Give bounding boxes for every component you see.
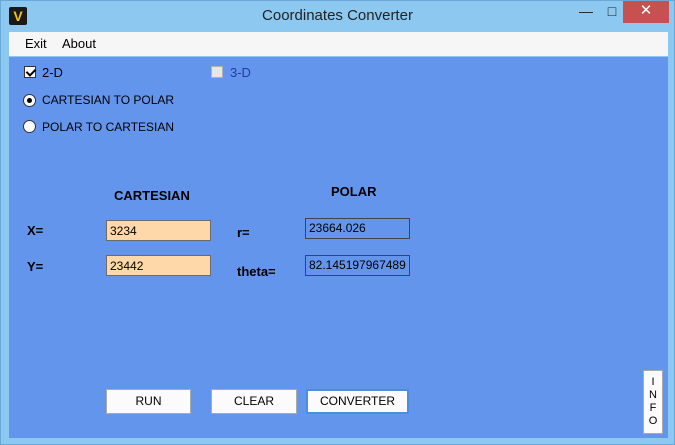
info-letter: O — [648, 415, 658, 427]
x-label: X= — [27, 223, 44, 238]
info-button[interactable]: I N F O — [643, 370, 663, 434]
run-button[interactable]: RUN — [106, 389, 191, 414]
checkbox-3d-label[interactable]: 3-D — [230, 65, 251, 80]
r-label: r= — [237, 225, 250, 240]
checkbox-2d-label[interactable]: 2-D — [42, 65, 63, 80]
clear-button[interactable]: CLEAR — [211, 389, 297, 414]
checkbox-3d[interactable] — [211, 66, 223, 78]
menu-exit[interactable]: Exit — [25, 32, 47, 56]
theta-output[interactable]: 82.145197967489 — [305, 255, 410, 276]
close-button[interactable]: ✕ — [623, 1, 669, 23]
info-letter: I — [651, 376, 655, 388]
cartesian-heading: CARTESIAN — [114, 188, 190, 203]
x-input[interactable] — [106, 220, 211, 241]
menu-bar: Exit About — [9, 32, 668, 56]
title-bar[interactable]: V Coordinates Converter — □ ✕ — [1, 1, 674, 31]
menu-about[interactable]: About — [62, 32, 96, 56]
y-input[interactable] — [106, 255, 211, 276]
maximize-button[interactable]: □ — [599, 1, 625, 23]
theta-label: theta= — [237, 264, 276, 279]
radio-polar-to-cartesian-label[interactable]: POLAR TO CARTESIAN — [42, 120, 174, 134]
radio-cartesian-to-polar-label[interactable]: CARTESIAN TO POLAR — [42, 93, 174, 107]
polar-heading: POLAR — [331, 184, 377, 199]
y-label: Y= — [27, 259, 44, 274]
app-window: V Coordinates Converter — □ ✕ Exit About… — [0, 0, 675, 445]
info-letter: N — [649, 389, 657, 401]
r-output[interactable]: 23664.026 — [305, 218, 410, 239]
checkbox-2d[interactable] — [24, 66, 36, 78]
minimize-button[interactable]: — — [573, 1, 599, 23]
info-letter: F — [649, 402, 657, 414]
radio-polar-to-cartesian[interactable] — [23, 120, 36, 133]
radio-cartesian-to-polar[interactable] — [23, 94, 36, 107]
converter-button[interactable]: CONVERTER — [306, 389, 409, 414]
converter-panel: 2-D 3-D CARTESIAN TO POLAR POLAR TO CART… — [9, 57, 668, 438]
